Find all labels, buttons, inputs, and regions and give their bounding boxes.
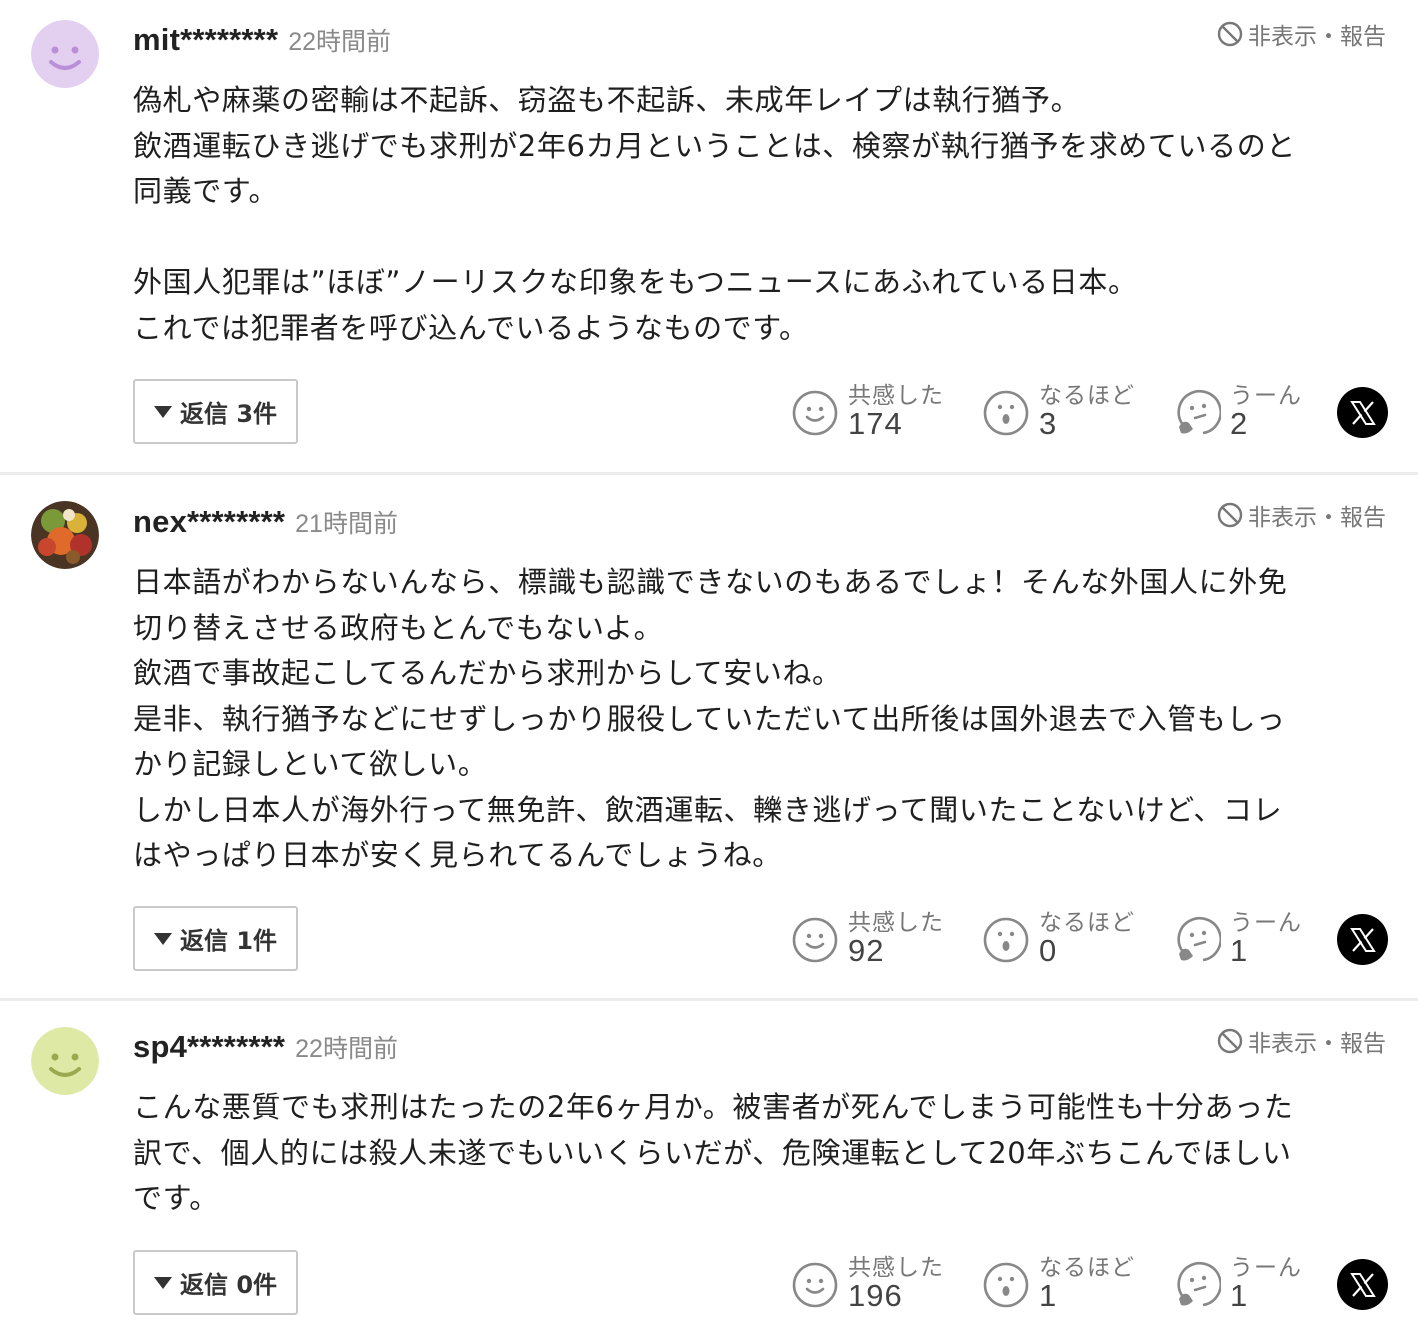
timestamp: 21時間前 xyxy=(295,510,398,538)
thinking-icon xyxy=(1177,390,1221,435)
reaction-count: 196 xyxy=(848,1278,903,1313)
username[interactable]: mit******** xyxy=(133,22,278,58)
thinking-icon xyxy=(1177,1262,1221,1307)
reaction-count: 3 xyxy=(1039,406,1058,441)
reply-toggle-button[interactable]: 返信 1件 xyxy=(133,906,298,971)
hide-report-label: 非表示・報告 xyxy=(1248,1031,1386,1057)
comment-body: 日本語がわからないんなら、標識も認識できないのもあるでしょ！そんな外国人に外免 … xyxy=(133,565,1288,872)
thinking-icon xyxy=(1177,917,1221,962)
comment-body: 偽札や麻薬の密輸は不起訴、窃盗も不起訴、未成年レイプは執行猶予。 飲酒運転ひき逃… xyxy=(133,83,1296,345)
hide-report-link[interactable]: 非表示・報告 xyxy=(1216,1025,1386,1057)
surprised-icon xyxy=(983,1262,1029,1308)
reaction-label: うーん xyxy=(1230,1255,1302,1281)
comment-item: nex******** 21時間前 非表示・報告 日本語がわからないんなら、標識… xyxy=(0,475,1418,998)
triangle-down-icon xyxy=(153,405,172,418)
reaction-label: うーん xyxy=(1230,383,1302,409)
reaction-count: 1 xyxy=(1230,933,1249,968)
comment-item: sp4******** 22時間前 非表示・報告 こんな悪質でも求刑はたったの2… xyxy=(0,1001,1418,1342)
share-x-button[interactable] xyxy=(1337,387,1388,438)
triangle-down-icon xyxy=(153,1276,172,1289)
reaction-label: なるほど xyxy=(1039,383,1135,409)
reaction-label: 共感した xyxy=(848,910,944,936)
reaction-count: 174 xyxy=(848,406,903,441)
username[interactable]: sp4******** xyxy=(133,1029,285,1065)
timestamp: 22時間前 xyxy=(295,1035,398,1063)
comment-header: nex******** 21時間前 xyxy=(133,504,398,544)
x-logo-icon xyxy=(1349,1272,1376,1297)
reaction-count: 1 xyxy=(1039,1278,1058,1313)
reaction-label: うーん xyxy=(1230,910,1302,936)
reply-label: 返信 0件 xyxy=(179,1271,278,1299)
surprised-icon xyxy=(983,917,1029,963)
reaction-count: 0 xyxy=(1039,933,1058,968)
reaction-count: 1 xyxy=(1230,1278,1249,1313)
avatar[interactable] xyxy=(31,1027,99,1095)
reaction-count: 92 xyxy=(848,933,885,968)
block-icon xyxy=(1217,21,1243,47)
hide-report-label: 非表示・報告 xyxy=(1248,24,1386,50)
x-logo-icon xyxy=(1349,927,1376,952)
hide-report-link[interactable]: 非表示・報告 xyxy=(1216,18,1386,50)
username[interactable]: nex******** xyxy=(133,504,285,540)
timestamp: 22時間前 xyxy=(288,28,392,56)
comment-header: mit******** 22時間前 xyxy=(133,22,391,62)
block-icon xyxy=(1217,502,1243,528)
smile-icon xyxy=(792,390,838,436)
reply-toggle-button[interactable]: 返信 3件 xyxy=(133,379,298,444)
comment-body: こんな悪質でも求刑はたったの2年6ヶ月か。被害者が死んでしまう可能性も十分あった… xyxy=(133,1090,1294,1215)
surprised-icon xyxy=(983,390,1029,436)
reply-label: 返信 3件 xyxy=(179,400,278,428)
comment-item: mit******** 22時間前 非表示・報告 偽札や麻薬の密輸は不起訴、窃盗… xyxy=(0,0,1418,473)
block-icon xyxy=(1217,1028,1243,1054)
avatar[interactable] xyxy=(31,501,99,569)
reaction-count: 2 xyxy=(1230,406,1249,441)
reply-toggle-button[interactable]: 返信 0件 xyxy=(133,1250,298,1315)
share-x-button[interactable] xyxy=(1337,1259,1388,1310)
hide-report-link[interactable]: 非表示・報告 xyxy=(1216,499,1386,531)
reaction-label: 共感した xyxy=(848,383,944,409)
reaction-label: なるほど xyxy=(1039,910,1135,936)
smile-icon xyxy=(792,1262,838,1308)
comment-header: sp4******** 22時間前 xyxy=(133,1029,398,1069)
share-x-button[interactable] xyxy=(1337,914,1388,965)
smile-icon xyxy=(792,917,838,963)
x-logo-icon xyxy=(1349,400,1376,425)
hide-report-label: 非表示・報告 xyxy=(1248,505,1386,531)
reaction-label: なるほど xyxy=(1039,1255,1135,1281)
avatar[interactable] xyxy=(31,20,99,88)
triangle-down-icon xyxy=(153,932,172,945)
reply-label: 返信 1件 xyxy=(179,927,278,955)
reaction-label: 共感した xyxy=(848,1255,944,1281)
